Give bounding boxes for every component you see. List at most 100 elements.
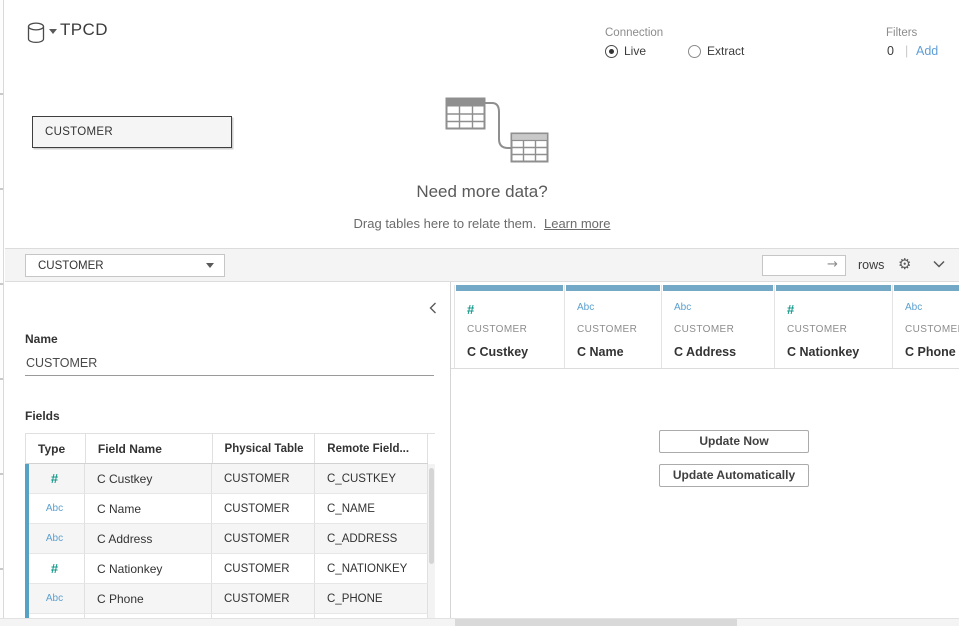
- field-cell: C Phone: [85, 584, 212, 613]
- field-cell: C_PHONE: [315, 584, 428, 613]
- grid-header-divider: [451, 368, 959, 369]
- tables-relation-icon: [439, 94, 551, 166]
- abc-type-icon: Abc: [46, 533, 63, 544]
- field-row-c-address[interactable]: AbcC AddressCUSTOMERC_ADDRESS: [25, 524, 428, 554]
- abc-type-icon: Abc: [905, 302, 922, 313]
- data-source-header: TPCD Connection Live Extract Filters 0 |…: [5, 0, 959, 88]
- column-table-name: CUSTOMER: [905, 324, 959, 335]
- live-radio-icon[interactable]: [605, 45, 618, 58]
- learn-more-link[interactable]: Learn more: [544, 216, 610, 231]
- update-now-button[interactable]: Update Now: [659, 430, 809, 453]
- drag-tables-hint: Drag tables here to relate them. Learn m…: [5, 216, 959, 231]
- field-cell: C Address: [85, 524, 212, 553]
- grid-column-c-nationkey[interactable]: # CUSTOMER C Nationkey: [775, 285, 893, 368]
- field-cell: C Name: [85, 494, 212, 523]
- field-cell: C Custkey: [85, 464, 212, 493]
- horizontal-scrollbar-thumb[interactable]: [455, 619, 737, 626]
- field-cell: C_ADDRESS: [315, 524, 428, 553]
- collapse-panel-icon[interactable]: [429, 302, 437, 314]
- name-label: Name: [25, 332, 58, 346]
- grid-column-c-phone[interactable]: Abc CUSTOMER C Phone: [893, 285, 959, 368]
- update-automatically-button[interactable]: Update Automatically: [659, 464, 809, 487]
- rows-label: rows: [858, 258, 884, 272]
- column-table-name: CUSTOMER: [674, 324, 734, 335]
- column-header-bar: [566, 285, 660, 291]
- fields-column-header[interactable]: Physical Table: [213, 434, 316, 463]
- fields-column-header[interactable]: Field Name: [86, 434, 213, 463]
- abc-type-icon: Abc: [46, 593, 63, 604]
- collapse-grid-chevron-icon[interactable]: [933, 260, 945, 268]
- fields-column-header[interactable]: Remote Field...: [315, 434, 428, 463]
- data-grid-header: # CUSTOMER C Custkey Abc CUSTOMER C Name Abc CU…: [454, 285, 959, 368]
- database-icon[interactable]: [27, 22, 47, 44]
- column-field-name: C Name: [577, 345, 624, 359]
- field-cell: C Nationkey: [85, 554, 212, 583]
- filters-divider: |: [905, 44, 908, 58]
- live-radio[interactable]: Live: [605, 44, 646, 58]
- fields-table-header: TypeField NamePhysical TableRemote Field…: [25, 434, 428, 464]
- table-selector-dropdown[interactable]: CUSTOMER: [25, 254, 225, 277]
- fields-table-vertical-scrollbar[interactable]: [428, 464, 435, 618]
- number-type-icon: #: [51, 561, 58, 576]
- column-table-name: CUSTOMER: [467, 324, 527, 335]
- selected-rows-accent-bar: [25, 464, 29, 618]
- live-radio-label: Live: [624, 44, 646, 58]
- grid-column-c-custkey[interactable]: # CUSTOMER C Custkey: [454, 285, 565, 368]
- chevron-down-icon: [206, 263, 214, 268]
- field-row-c-name[interactable]: AbcC NameCUSTOMERC_NAME: [25, 494, 428, 524]
- grid-column-c-address[interactable]: Abc CUSTOMER C Address: [662, 285, 775, 368]
- column-header-bar: [776, 285, 891, 291]
- grid-column-c-name[interactable]: Abc CUSTOMER C Name: [565, 285, 662, 368]
- column-header-bar: [456, 285, 563, 291]
- relationship-canvas[interactable]: CUSTOMER Need more data? Drag tables her…: [5, 88, 959, 248]
- column-field-name: C Address: [674, 345, 736, 359]
- column-header-bar: [663, 285, 773, 291]
- field-row-c-phone[interactable]: Abc C PhoneCUSTOMERC_PHONE: [25, 584, 428, 614]
- filters-add-link[interactable]: Add: [916, 44, 938, 58]
- column-table-name: CUSTOMER: [577, 324, 637, 335]
- column-field-name: C Custkey: [467, 345, 528, 359]
- field-cell: CUSTOMER: [212, 494, 315, 523]
- need-more-data-title: Need more data?: [5, 182, 959, 202]
- field-cell: C_NAME: [315, 494, 428, 523]
- field-row-c-nationkey[interactable]: # C NationkeyCUSTOMERC_NATIONKEY: [25, 554, 428, 584]
- tableau-data-source-page: TPCD Connection Live Extract Filters 0 |…: [0, 0, 959, 626]
- field-cell: CUSTOMER: [212, 584, 315, 613]
- column-field-name: C Phone: [905, 345, 956, 359]
- database-caret-icon[interactable]: [49, 29, 57, 34]
- filters-count: 0: [887, 44, 894, 58]
- column-header-bar: [894, 285, 959, 291]
- extract-radio[interactable]: Extract: [688, 44, 744, 58]
- fields-column-header[interactable]: Type: [26, 434, 86, 463]
- field-cell: C_CUSTKEY: [315, 464, 428, 493]
- fields-label: Fields: [25, 409, 60, 423]
- grid-toolbar: CUSTOMER → rows ⚙: [5, 248, 959, 282]
- data-grid-panel: # CUSTOMER C Custkey Abc CUSTOMER C Name Abc CU…: [450, 282, 959, 618]
- number-type-icon: #: [51, 471, 58, 486]
- table-name-input[interactable]: [25, 350, 434, 376]
- rows-count-input[interactable]: [762, 255, 846, 276]
- abc-type-icon: Abc: [577, 302, 594, 313]
- number-type-icon: #: [467, 302, 474, 317]
- column-field-name: C Nationkey: [787, 345, 859, 359]
- abc-type-icon: Abc: [674, 302, 691, 313]
- fields-table: TypeField NamePhysical TableRemote Field…: [25, 433, 435, 618]
- column-table-name: CUSTOMER: [787, 324, 847, 335]
- field-cell: C_NATIONKEY: [315, 554, 428, 583]
- number-type-icon: #: [787, 302, 794, 317]
- field-row-c-custkey[interactable]: # C CustkeyCUSTOMERC_CUSTKEY: [25, 464, 428, 494]
- table-details-panel: Name Fields TypeField NamePhysical Table…: [5, 282, 450, 618]
- scrollbar-thumb[interactable]: [429, 468, 434, 564]
- left-pane-edge[interactable]: [0, 0, 4, 626]
- field-cell: CUSTOMER: [212, 554, 315, 583]
- gear-icon[interactable]: ⚙: [898, 255, 911, 273]
- extract-radio-label: Extract: [707, 44, 744, 58]
- field-cell: CUSTOMER: [212, 464, 315, 493]
- table-selector-value: CUSTOMER: [38, 260, 104, 272]
- table-details-section: Name Fields TypeField NamePhysical Table…: [5, 282, 959, 618]
- extract-radio-icon[interactable]: [688, 45, 701, 58]
- connection-label: Connection: [605, 27, 663, 39]
- data-source-title: TPCD: [60, 20, 108, 40]
- customer-table-card[interactable]: CUSTOMER: [32, 116, 232, 148]
- horizontal-scrollbar[interactable]: [0, 618, 959, 626]
